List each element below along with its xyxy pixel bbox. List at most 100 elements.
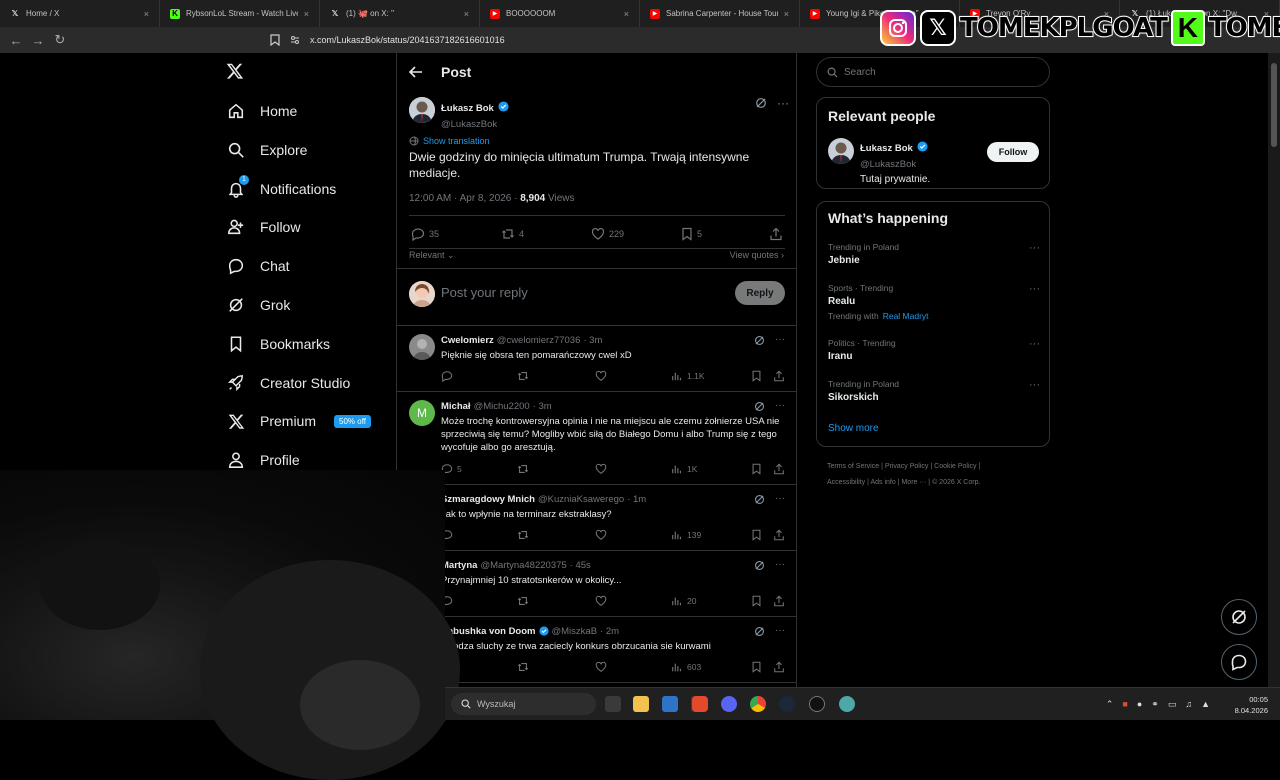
trend-item[interactable]: Politics · Trending Iranu ··· [828,338,1040,362]
repost-button[interactable] [517,463,529,475]
reply-author-name[interactable]: Michał [441,401,471,412]
more-options-icon[interactable]: ··· [1029,379,1040,391]
follow-button[interactable]: Follow [987,142,1039,162]
taskbar-search-input[interactable]: Wyszukaj [451,693,596,715]
reply-button[interactable]: 35 [411,227,439,241]
sidebar-item-notifications[interactable]: 1 Notifications [226,174,336,199]
x-logo-icon[interactable] [226,62,244,80]
bookmark-button[interactable] [751,463,762,475]
browser-tab[interactable]: 𝕏 Home / X × [0,0,160,27]
footer-link[interactable]: Accessibility [827,479,865,486]
like-button[interactable] [595,370,607,382]
person-name[interactable]: Łukasz Bok [860,143,913,154]
trend-item[interactable]: Trending in Poland Jebnie ··· [828,242,1040,266]
grok-icon[interactable] [754,335,765,346]
show-more-link[interactable]: Show more [828,423,879,434]
brave-browser-icon[interactable] [692,696,708,712]
more-options-icon[interactable]: ··· [775,560,785,571]
view-quotes-link[interactable]: View quotes › [730,250,784,260]
close-icon[interactable]: × [784,9,789,19]
discord-icon[interactable] [721,696,737,712]
app-icon[interactable] [839,696,855,712]
bookmark-page-icon[interactable] [270,34,280,46]
bookmark-button[interactable] [751,595,762,607]
grok-icon[interactable] [754,401,765,412]
reply-author-name[interactable]: Babushka von Doom [441,626,536,637]
avatar[interactable] [828,138,854,164]
reply-time[interactable]: · 3m [533,401,552,412]
footer-link[interactable]: Terms of Service [827,463,879,470]
repost-button[interactable] [517,595,529,607]
footer-link[interactable]: © 2026 X Corp. [932,479,980,486]
show-translation-link[interactable]: Show translation [409,136,490,146]
avatar[interactable]: M [409,400,435,426]
browser-tab[interactable]: K RybsonLoL Stream - Watch Live on K × [160,0,320,27]
more-options-icon[interactable]: ··· [775,401,785,412]
reply-button[interactable] [441,370,457,382]
reply-time[interactable]: · 2m [600,626,619,637]
scrollbar-thumb[interactable] [1271,63,1277,147]
footer-link[interactable]: More ··· [901,479,926,486]
bookmark-button[interactable]: 5 [681,227,702,241]
reply-author-handle[interactable]: @MiszkaB [552,626,598,637]
chevron-up-icon[interactable]: ⌃ [1106,699,1114,710]
reply-author-handle[interactable]: @KuzniaKsawerego [538,494,624,505]
close-icon[interactable]: × [144,9,149,19]
footer-link[interactable]: Privacy Policy [885,463,929,470]
more-options-icon[interactable]: ··· [777,97,789,109]
like-button[interactable] [595,529,607,541]
reply-author-handle[interactable]: @Michu2200 [474,401,530,412]
back-arrow-icon[interactable] [409,65,423,79]
reply-time[interactable]: · 1m [627,494,646,505]
repost-button[interactable] [517,529,529,541]
reply-item[interactable]: Cwelomierz @cwelomierz77036 · 3m ··· Pięknie… [397,326,797,392]
sidebar-item-bookmarks[interactable]: Bookmarks [226,334,330,354]
more-options-icon[interactable]: ··· [1029,242,1040,254]
tray-app-icon[interactable]: ● [1137,699,1142,710]
bookmark-button[interactable] [751,661,762,673]
taskbar-clock[interactable]: 00:05 8.04.2026 [1235,694,1268,716]
share-button[interactable] [773,529,785,541]
reply-author-handle[interactable]: @Martyna48220375 [480,560,566,571]
tray-app-icon[interactable]: ■ [1122,699,1127,710]
file-explorer-icon[interactable] [633,696,649,712]
sidebar-item-creator-studio[interactable]: Creator Studio [226,373,350,393]
grok-icon[interactable] [755,97,767,109]
reply-item[interactable]: Martyna @Martyna48220375 · 45s ··· Przynajmn… [397,551,797,617]
more-options-icon[interactable]: ··· [775,335,785,346]
steam-icon[interactable] [779,696,795,712]
author-handle[interactable]: @LukaszBok [441,119,509,130]
grok-fab-button[interactable] [1221,599,1257,635]
repost-button[interactable] [517,370,529,382]
url-field[interactable]: x.com/LukaszBok/status/20416371826166010… [310,35,505,45]
more-options-icon[interactable]: ··· [1029,338,1040,350]
share-button[interactable] [773,463,785,475]
more-options-icon[interactable]: ··· [775,626,785,637]
repost-button[interactable] [517,661,529,673]
chrome-icon[interactable] [750,696,766,712]
post-timestamp[interactable]: 12:00 AM · Apr 8, 2026 · [409,193,517,204]
reply-input[interactable]: Post your reply [441,285,528,300]
more-options-icon[interactable]: ··· [1029,283,1040,295]
views-button[interactable]: 139 [671,529,701,541]
sidebar-item-chat[interactable]: Chat [226,256,290,276]
reply-author-name[interactable]: Cwelomierz [441,335,494,346]
bookmark-button[interactable] [751,370,762,382]
close-icon[interactable]: × [624,9,629,19]
views-button[interactable]: 603 [671,661,701,673]
repost-button[interactable]: 4 [501,227,524,241]
reply-time[interactable]: · 3m [583,335,602,346]
views-button[interactable]: 1K [671,463,697,475]
sidebar-item-explore[interactable]: Explore [226,140,307,160]
footer-link[interactable]: Cookie Policy [934,463,976,470]
share-button[interactable] [773,661,785,673]
back-arrow-icon[interactable]: ← [6,30,26,50]
system-tray[interactable]: ⌃ ■ ● ⚭ ▭ ♫ ▲ [1106,699,1210,710]
trend-item[interactable]: Sports · Trending Realu ··· Trending with Re… [828,283,1040,321]
author-name[interactable]: Łukasz Bok [441,103,494,114]
microphone-icon[interactable]: ⚭ [1151,699,1159,710]
site-info-icon[interactable] [290,35,300,45]
sidebar-item-follow[interactable]: Follow [226,217,300,237]
sidebar-item-home[interactable]: Home [226,101,297,121]
avatar[interactable] [409,97,435,123]
